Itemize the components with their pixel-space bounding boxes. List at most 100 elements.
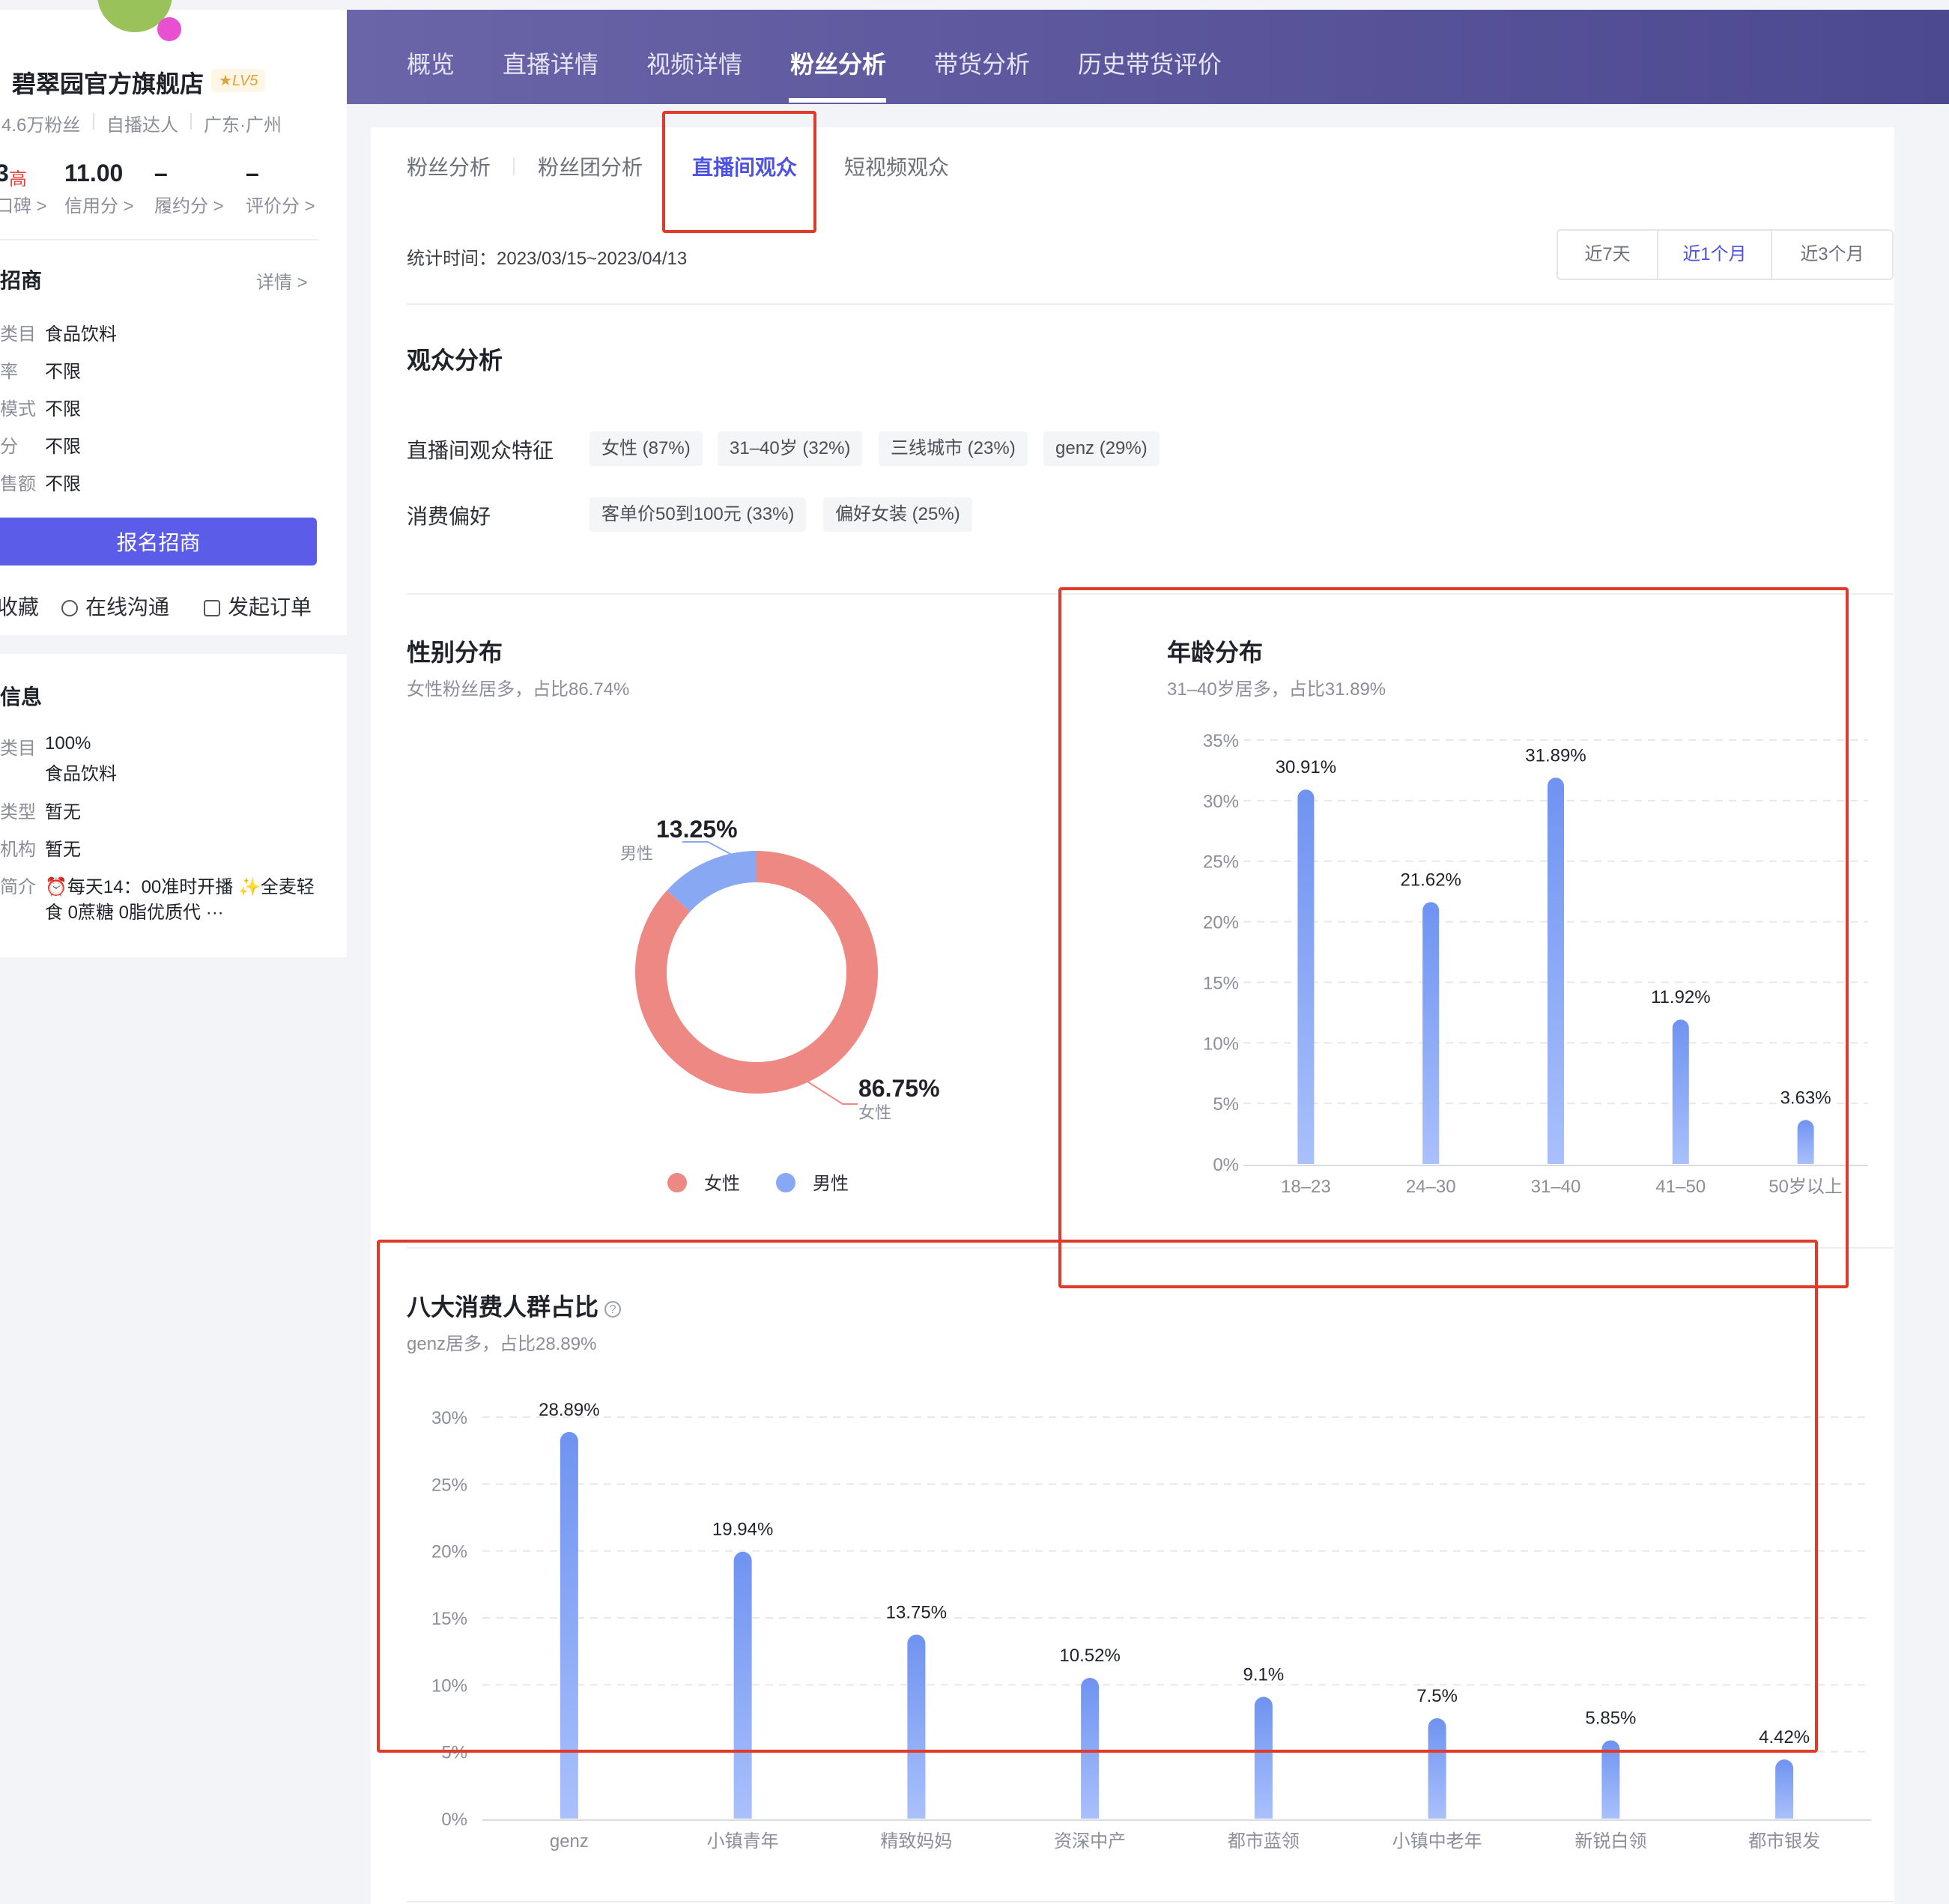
bar[interactable] <box>1548 777 1564 1164</box>
divider <box>407 1901 1894 1903</box>
bar[interactable] <box>1297 789 1315 1164</box>
review-score-link[interactable]: 评价分 > <box>246 191 315 217</box>
data-label: 21.62% <box>1400 870 1461 890</box>
feature-chip: 31–40岁 (32%) <box>718 431 863 466</box>
female-leader-line <box>807 1081 858 1105</box>
x-tick-label: 31–40 <box>1531 1177 1581 1197</box>
divider <box>513 157 515 175</box>
info-value[interactable]: 食 0蔗糖 0脂优质代 ··· <box>45 897 224 924</box>
merchant-key: 类目 <box>0 324 36 345</box>
chat-label: 在线沟通 <box>85 595 170 619</box>
info-key: 类目 <box>0 739 36 759</box>
male-percentage: 13.25% <box>656 816 738 843</box>
consumer-title-text: 八大消费人群占比 <box>407 1294 599 1321</box>
divider <box>407 303 1894 305</box>
bar[interactable] <box>560 1431 578 1819</box>
subtab-video-audience[interactable]: 短视频观众 <box>844 151 949 181</box>
subtab-fan-club[interactable]: 粉丝团分析 <box>538 151 643 181</box>
credit-score-link[interactable]: 信用分 > <box>64 191 134 217</box>
info-value: 食品饮料 <box>45 764 117 784</box>
bar[interactable] <box>1428 1718 1446 1819</box>
gender-title: 性别分布 <box>407 639 503 666</box>
info-section-title: 信息 <box>0 685 43 709</box>
y-tick-label: 10% <box>431 1676 467 1696</box>
order-label: 发起订单 <box>228 595 312 619</box>
sidebar: 碧翠园官方旗舰店 ★LV5 4.6万粉丝 自播达人 广东·广州 3 高 口碑 >… <box>0 0 347 1904</box>
range-7d[interactable]: 近7天 <box>1557 229 1658 280</box>
merchant-key: 率 <box>0 362 18 382</box>
preference-label: 消费偏好 <box>407 505 491 528</box>
merchant-detail-link[interactable]: 详情 > <box>256 267 308 294</box>
y-tick-label: 25% <box>1203 852 1239 873</box>
nav-video-detail[interactable]: 视频详情 <box>646 46 742 80</box>
data-label: 31.89% <box>1525 745 1586 765</box>
range-3m[interactable]: 近3个月 <box>1771 229 1894 280</box>
bar[interactable] <box>1081 1678 1100 1819</box>
x-tick-label: 资深中产 <box>1054 1831 1126 1852</box>
merchant-value: 不限 <box>45 362 81 382</box>
nav-live-detail[interactable]: 直播详情 <box>503 46 598 80</box>
divider <box>407 593 1894 595</box>
bar[interactable] <box>1775 1759 1794 1819</box>
bar[interactable] <box>1254 1697 1273 1819</box>
info-value: 100% <box>45 733 91 754</box>
chat-bubble-icon <box>61 600 78 616</box>
shop-name: 碧翠园官方旗舰店 <box>12 70 204 97</box>
y-tick-label: 5% <box>441 1743 467 1763</box>
legend-male[interactable]: 男性 <box>813 1174 849 1194</box>
info-key: 简介 <box>0 877 36 897</box>
x-tick-label: 小镇中老年 <box>1392 1831 1482 1852</box>
nav-fans-analysis[interactable]: 粉丝分析 <box>790 46 886 80</box>
create-order-button[interactable]: 发起订单 <box>204 591 312 621</box>
level-badge: ★LV5 <box>211 69 266 92</box>
subtab-fans[interactable]: 粉丝分析 <box>407 151 491 181</box>
legend-female[interactable]: 女性 <box>704 1174 740 1194</box>
merchant-key: 分 <box>0 437 18 457</box>
consumer-bar-chart: 0% 5% 10% 15% 20% 25% 30% 28.89% genz 19.94% 小镇青年 1… <box>431 1400 1871 1852</box>
shop-info-card: 信息 类目 100% 食品饮料 类型 暂无 机构 暂无 简介 ⏰每天14：00准… <box>0 654 347 957</box>
stat-time: 统计时间：2023/03/15~2023/04/13 <box>407 249 688 269</box>
divider <box>93 113 94 130</box>
x-tick-label: 都市银发 <box>1748 1831 1820 1852</box>
bar[interactable] <box>907 1634 926 1819</box>
nav-overview[interactable]: 概览 <box>407 46 455 80</box>
top-nav: 概览 直播详情 视频详情 粉丝分析 带货分析 历史带货评价 <box>347 10 1949 104</box>
data-label: 5.85% <box>1585 1708 1636 1728</box>
data-label: 7.5% <box>1416 1686 1458 1706</box>
gender-donut-chart: 13.25% 男性 86.75% 女性 女性 男性 <box>620 816 940 1194</box>
reputation-link[interactable]: 口碑 > <box>0 191 47 217</box>
fulfillment-score-link[interactable]: 履约分 > <box>154 191 224 217</box>
nav-sales-analysis[interactable]: 带货分析 <box>934 46 1030 80</box>
audience-title: 观众分析 <box>407 347 503 374</box>
help-icon[interactable]: ? <box>604 1301 622 1318</box>
female-percentage: 86.75% <box>858 1075 940 1102</box>
age-title: 年龄分布 <box>1167 639 1264 666</box>
y-tick-label: 30% <box>1203 792 1239 812</box>
subtab-live-audience[interactable]: 直播间观众 <box>692 151 797 181</box>
favorite-button[interactable]: 收藏 <box>0 591 39 621</box>
bar[interactable] <box>1422 902 1440 1164</box>
join-merchant-button[interactable]: 报名招商 <box>0 518 317 566</box>
talent-type: 自播达人 <box>106 115 178 136</box>
y-tick-label: 15% <box>431 1609 467 1629</box>
review-score: – <box>246 160 259 187</box>
x-tick-label: 精致妈妈 <box>880 1831 952 1852</box>
fulfillment-score: – <box>154 160 168 187</box>
chat-button[interactable]: 在线沟通 <box>61 591 169 621</box>
bar[interactable] <box>733 1551 752 1819</box>
bar[interactable] <box>1601 1740 1620 1819</box>
nav-sales-reviews[interactable]: 历史带货评价 <box>1078 46 1222 80</box>
nav-active-indicator <box>789 98 886 103</box>
reputation-score: 3 <box>0 160 9 187</box>
legend-male-swatch <box>776 1173 795 1192</box>
range-1m[interactable]: 近1个月 <box>1657 229 1772 280</box>
info-value: 暂无 <box>45 802 81 822</box>
bar[interactable] <box>1672 1019 1689 1164</box>
y-tick-label: 10% <box>1203 1034 1239 1054</box>
bar[interactable] <box>1797 1120 1814 1164</box>
y-tick-label: 25% <box>431 1475 467 1495</box>
legend-female-swatch <box>667 1173 687 1192</box>
y-tick-label: 30% <box>431 1408 467 1428</box>
data-label: 3.63% <box>1780 1088 1831 1108</box>
merchant-section-title: 招商 <box>0 269 43 292</box>
